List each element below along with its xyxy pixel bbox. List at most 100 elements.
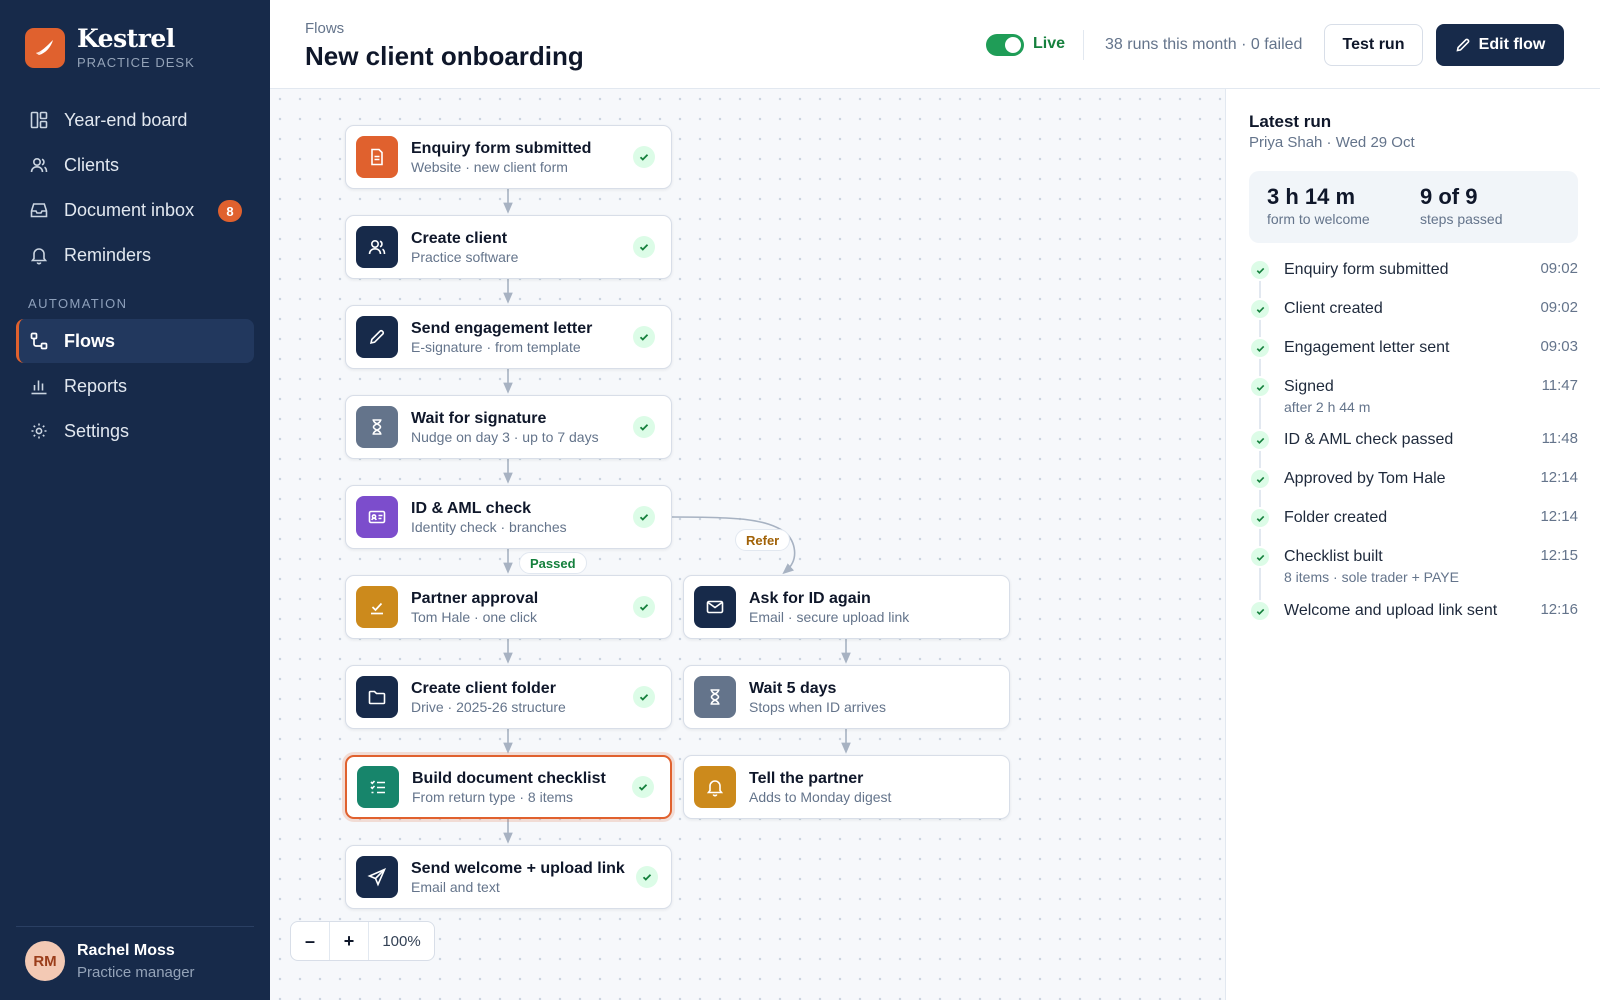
check-icon <box>1249 429 1271 451</box>
stat-label: form to welcome <box>1267 211 1370 227</box>
flow-node-create-client-folder[interactable]: Create client folder Drive · 2025-26 stru… <box>345 665 672 729</box>
node-subtitle: Drive · 2025-26 structure <box>411 698 566 715</box>
timeline-time: 11:48 <box>1541 430 1578 447</box>
flow-node-partner-approval[interactable]: Partner approval Tom Hale · one click <box>345 575 672 639</box>
timeline-time: 12:14 <box>1540 469 1578 486</box>
run-stats: 38 runs this month · 0 failed <box>1105 36 1303 53</box>
node-title: Send welcome + upload link <box>411 859 625 877</box>
timeline-time: 09:02 <box>1540 299 1578 316</box>
node-subtitle: Stops when ID arrives <box>749 698 886 715</box>
flow-node-id-aml-check[interactable]: ID & AML check Identity check · branches <box>345 485 672 549</box>
check-icon <box>1249 259 1271 281</box>
latest-run-panel: Latest run Priya Shah · Wed 29 Oct 3 h 1… <box>1225 89 1600 1000</box>
check-icon <box>1249 546 1271 568</box>
stat-label: steps passed <box>1420 211 1503 227</box>
header-divider <box>1083 30 1084 60</box>
flow-node-enquiry-form[interactable]: Enquiry form submitted Website · new clie… <box>345 125 672 189</box>
check-icon <box>1249 507 1271 529</box>
node-title: ID & AML check <box>411 499 532 517</box>
hourglass-icon <box>356 406 398 448</box>
brand[interactable]: Kestrel PRACTICE DESK <box>25 26 195 70</box>
sidebar-item-label: Reminders <box>64 244 152 265</box>
inbox-count-badge: 8 <box>218 200 242 222</box>
flow-node-tell-the-partner[interactable]: Tell the partner Adds to Monday digest <box>683 755 1010 819</box>
node-title: Wait 5 days <box>749 679 837 697</box>
user-profile[interactable]: RM Rachel Moss Practice manager <box>16 926 254 981</box>
timeline-time: 09:02 <box>1540 260 1578 277</box>
breadcrumb[interactable]: Flows <box>305 20 344 37</box>
sidebar-item-label: Document inbox <box>64 199 195 220</box>
node-title: Partner approval <box>411 589 539 607</box>
sidebar-item-clients[interactable]: Clients <box>16 143 254 187</box>
zoom-level[interactable]: 100% <box>369 933 434 950</box>
flow-node-engagement-letter[interactable]: Send engagement letter E-signature · from… <box>345 305 672 369</box>
edit-flow-label: Edit flow <box>1478 36 1546 53</box>
timeline-label: ID & AML check passed <box>1284 431 1454 448</box>
sidebar: Kestrel PRACTICE DESK Year-end board Cli… <box>0 0 270 1000</box>
node-subtitle: Tom Hale · one click <box>411 608 538 625</box>
sidebar-item-label: Flows <box>64 330 116 351</box>
flow-node-wait-5-days[interactable]: Wait 5 days Stops when ID arrives <box>683 665 1010 729</box>
timeline-label: Engagement letter sent <box>1284 339 1450 356</box>
nav-section-automation: AUTOMATION <box>28 296 128 311</box>
check-icon <box>633 416 655 438</box>
timeline-label: Welcome and upload link sent <box>1284 602 1498 619</box>
check-icon <box>633 596 655 618</box>
sidebar-item-flows[interactable]: Flows <box>16 319 254 363</box>
bell-icon <box>30 248 48 265</box>
gear-icon <box>31 423 47 439</box>
kestrel-bird-logo-icon <box>25 28 65 68</box>
bell-icon <box>694 766 736 808</box>
sidebar-item-year-end-board[interactable]: Year-end board <box>16 98 254 142</box>
timeline-label: Client created <box>1284 300 1383 317</box>
pen-icon <box>356 316 398 358</box>
check-icon <box>1249 468 1271 490</box>
flow-canvas[interactable]: Enquiry form submitted Website · new clie… <box>270 89 1225 1000</box>
check-icon <box>633 146 655 168</box>
branch-label-passed[interactable]: Passed <box>519 552 587 574</box>
approve-icon <box>356 586 398 628</box>
node-subtitle: E-signature · from template <box>411 338 581 355</box>
page-header: Flows New client onboarding Live 38 runs… <box>270 0 1600 89</box>
stat-duration: 3 h 14 m form to welcome <box>1267 184 1370 227</box>
sidebar-item-settings[interactable]: Settings <box>16 409 254 453</box>
node-subtitle: Nudge on day 3 · up to 7 days <box>411 428 599 445</box>
timeline-time: 12:14 <box>1540 508 1578 525</box>
timeline-time: 11:47 <box>1541 377 1578 394</box>
zoom-out-button[interactable]: – <box>291 922 330 960</box>
node-title: Build document checklist <box>412 769 606 787</box>
timeline-time: 12:15 <box>1540 547 1578 564</box>
node-subtitle: From return type · 8 items <box>412 788 574 805</box>
timeline-time: 12:16 <box>1540 601 1578 618</box>
sidebar-item-reminders[interactable]: Reminders <box>16 233 254 277</box>
stat-value: 3 h 14 m <box>1267 184 1356 209</box>
sidebar-nav: Year-end board Clients Document inbox 8 … <box>16 98 254 454</box>
sidebar-item-label: Clients <box>64 154 120 175</box>
user-role: Practice manager <box>77 963 195 981</box>
timeline-label: Approved by Tom Hale <box>1284 470 1446 487</box>
branch-label-refer[interactable]: Refer <box>735 529 791 551</box>
sidebar-item-document-inbox[interactable]: Document inbox 8 <box>16 188 254 232</box>
zoom-in-button[interactable]: + <box>330 922 369 960</box>
flow-node-wait-for-signature[interactable]: Wait for signature Nudge on day 3 · up to… <box>345 395 672 459</box>
brand-name: Kestrel <box>77 24 175 53</box>
flow-node-send-welcome[interactable]: Send welcome + upload link Email and text <box>345 845 672 909</box>
node-title: Wait for signature <box>411 409 547 427</box>
flow-node-build-document-checklist[interactable]: Build document checklist From return type… <box>345 755 672 819</box>
mail-icon <box>694 586 736 628</box>
sidebar-item-label: Reports <box>64 375 128 396</box>
check-icon <box>633 236 655 258</box>
flow-node-create-client[interactable]: Create client Practice software <box>345 215 672 279</box>
flow-node-ask-for-id-again[interactable]: Ask for ID again Email · secure upload li… <box>683 575 1010 639</box>
node-title: Create client <box>411 229 508 247</box>
avatar: RM <box>25 941 65 981</box>
sidebar-item-reports[interactable]: Reports <box>16 364 254 408</box>
test-run-button[interactable]: Test run <box>1324 24 1423 66</box>
live-toggle[interactable] <box>986 34 1024 56</box>
node-title: Send engagement letter <box>411 319 593 337</box>
folder-icon <box>356 676 398 718</box>
check-icon <box>1249 600 1271 622</box>
live-status-label: Live <box>1033 35 1066 52</box>
chart-icon <box>31 380 47 395</box>
edit-flow-button[interactable]: Edit flow <box>1436 24 1564 66</box>
